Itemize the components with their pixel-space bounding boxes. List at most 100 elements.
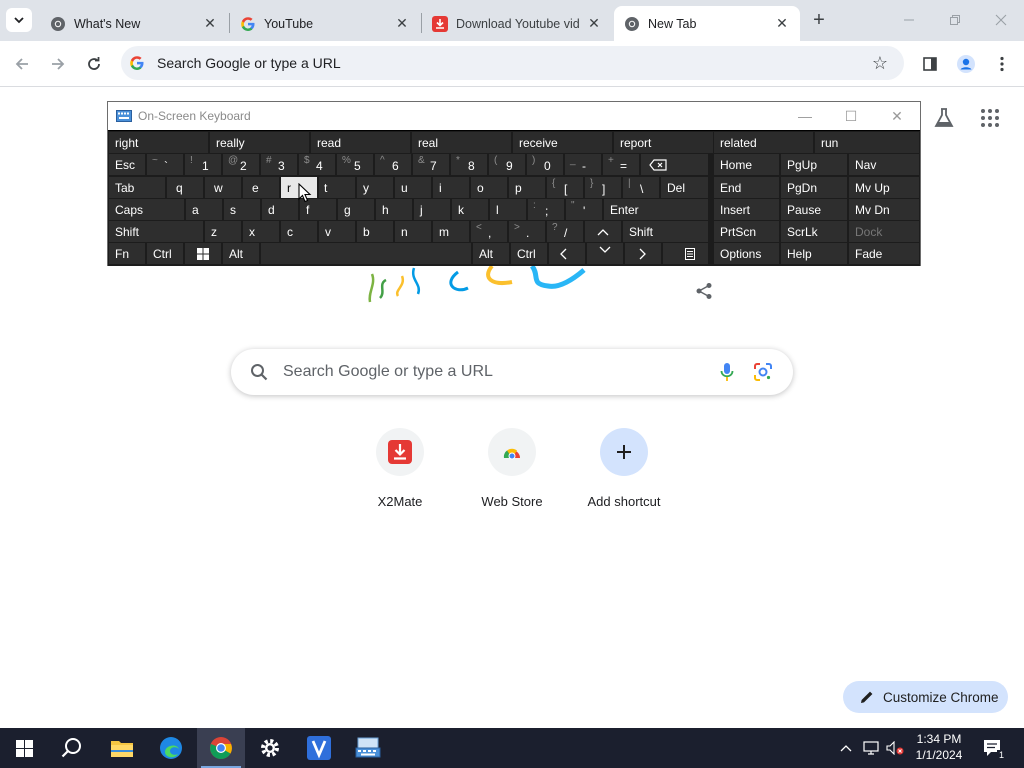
osk-key[interactable]: s bbox=[224, 199, 260, 220]
osk-key[interactable]: a bbox=[186, 199, 222, 220]
osk-key-del[interactable]: Del bbox=[661, 177, 708, 198]
osk-key[interactable]: o bbox=[471, 177, 507, 198]
forward-button[interactable] bbox=[45, 51, 71, 77]
osk-key-options[interactable]: Options bbox=[714, 243, 779, 264]
osk-key[interactable]: g bbox=[338, 199, 374, 220]
osk-key[interactable]: i bbox=[433, 177, 469, 198]
shortcut-web-store[interactable]: Web Store bbox=[456, 426, 568, 522]
osk-key-alt-left[interactable]: Alt bbox=[223, 243, 259, 264]
osk-maximize-button[interactable]: ☐ bbox=[828, 102, 874, 130]
osk-key[interactable]: v bbox=[319, 221, 355, 242]
tab-download-youtube[interactable]: Download Youtube vid ✕ bbox=[422, 6, 612, 41]
osk-key[interactable]: n bbox=[395, 221, 431, 242]
close-icon[interactable]: ✕ bbox=[202, 15, 218, 32]
osk-key[interactable]: d bbox=[262, 199, 298, 220]
tray-overflow-button[interactable] bbox=[836, 728, 856, 768]
osk-key-mv-dn[interactable]: Mv Dn bbox=[849, 199, 919, 220]
address-bar[interactable]: Search Google or type a URL ☆ bbox=[121, 46, 904, 80]
osk-key[interactable]: @2 bbox=[223, 154, 259, 175]
osk-key-shift-right[interactable]: Shift bbox=[623, 221, 708, 242]
tab-search-button[interactable] bbox=[6, 8, 32, 32]
notification-center-button[interactable]: 1 bbox=[980, 728, 1006, 768]
osk-key-fade[interactable]: Fade bbox=[849, 243, 919, 264]
osk-key[interactable]: + = bbox=[603, 154, 639, 175]
osk-key[interactable]: m bbox=[433, 221, 469, 242]
taskbar-edge[interactable] bbox=[147, 728, 195, 768]
osk-prediction[interactable]: read bbox=[311, 132, 410, 153]
shortcut-x2mate[interactable]: X2Mate bbox=[344, 426, 456, 522]
osk-minimize-button[interactable]: — bbox=[782, 102, 828, 130]
osk-key[interactable]: :; bbox=[528, 199, 564, 220]
profile-button[interactable] bbox=[953, 51, 979, 77]
new-tab-button[interactable]: + bbox=[808, 9, 830, 31]
google-lens-icon[interactable] bbox=[751, 360, 775, 384]
osk-key-pgup[interactable]: PgUp bbox=[781, 154, 847, 175]
google-apps-icon[interactable] bbox=[978, 106, 1002, 130]
shortcut-add[interactable]: Add shortcut bbox=[568, 426, 680, 522]
osk-prediction[interactable]: real bbox=[412, 132, 511, 153]
taskbar-search-button[interactable] bbox=[48, 728, 96, 768]
taskbar-chrome[interactable] bbox=[197, 728, 245, 768]
osk-key-help[interactable]: Help bbox=[781, 243, 847, 264]
microphone-icon[interactable] bbox=[715, 360, 739, 384]
osk-key[interactable]: y bbox=[357, 177, 393, 198]
taskbar-file-explorer[interactable] bbox=[98, 728, 146, 768]
osk-key-dock[interactable]: Dock bbox=[849, 221, 919, 242]
osk-key-backspace[interactable] bbox=[641, 154, 708, 175]
reload-button[interactable] bbox=[81, 51, 107, 77]
osk-key-tab[interactable]: Tab bbox=[109, 177, 165, 198]
osk-key[interactable]: | \ bbox=[623, 177, 659, 198]
osk-key[interactable]: * 8 bbox=[451, 154, 487, 175]
osk-key[interactable]: (9 bbox=[489, 154, 525, 175]
osk-prediction[interactable]: run bbox=[815, 132, 919, 153]
osk-key-fn[interactable]: Fn bbox=[109, 243, 145, 264]
taskbar-clock[interactable]: 1:34 PM 1/1/2024 bbox=[905, 731, 973, 765]
osk-prediction[interactable]: receive bbox=[513, 132, 612, 153]
osk-key-arrow-left[interactable] bbox=[549, 243, 585, 264]
osk-key[interactable]: t bbox=[319, 177, 355, 198]
taskbar-osk-app[interactable] bbox=[344, 728, 392, 768]
minimize-button[interactable] bbox=[896, 7, 922, 33]
osk-prediction[interactable]: related bbox=[714, 132, 813, 153]
osk-key[interactable]: & 7 bbox=[413, 154, 449, 175]
osk-key[interactable]: <, bbox=[471, 221, 507, 242]
osk-key[interactable]: e bbox=[243, 177, 279, 198]
osk-prediction[interactable]: report bbox=[614, 132, 713, 153]
osk-key-end[interactable]: End bbox=[714, 177, 779, 198]
osk-key[interactable]: z bbox=[205, 221, 241, 242]
tab-new-tab[interactable]: New Tab ✕ bbox=[614, 6, 800, 41]
osk-key-prtscn[interactable]: PrtScn bbox=[714, 221, 779, 242]
osk-key-space[interactable] bbox=[261, 243, 471, 264]
osk-key-insert[interactable]: Insert bbox=[714, 199, 779, 220]
osk-close-button[interactable]: ✕ bbox=[874, 102, 920, 130]
tab-youtube[interactable]: YouTube ✕ bbox=[230, 6, 420, 41]
close-icon[interactable]: ✕ bbox=[394, 15, 410, 32]
osk-key-alt-right[interactable]: Alt bbox=[473, 243, 509, 264]
share-icon[interactable] bbox=[695, 282, 713, 300]
osk-key[interactable]: " ' bbox=[566, 199, 602, 220]
osk-key[interactable]: x bbox=[243, 221, 279, 242]
osk-key-arrow-up[interactable] bbox=[585, 221, 621, 242]
osk-key[interactable]: % 5 bbox=[337, 154, 373, 175]
tray-volume[interactable] bbox=[884, 728, 906, 768]
osk-key-enter[interactable]: Enter bbox=[604, 199, 708, 220]
osk-key-menu[interactable] bbox=[663, 243, 708, 264]
taskbar-settings[interactable] bbox=[246, 728, 294, 768]
osk-key[interactable]: }] bbox=[585, 177, 621, 198]
osk-prediction[interactable]: really bbox=[210, 132, 309, 153]
osk-key[interactable]: ~ ` bbox=[147, 154, 183, 175]
labs-flask-icon[interactable] bbox=[932, 106, 956, 130]
osk-key[interactable]: >. bbox=[509, 221, 545, 242]
osk-key[interactable]: w bbox=[205, 177, 241, 198]
osk-key-arrow-down[interactable] bbox=[587, 243, 623, 264]
osk-key[interactable]: k bbox=[452, 199, 488, 220]
side-panel-button[interactable] bbox=[917, 51, 943, 77]
osk-key-mv-up[interactable]: Mv Up bbox=[849, 177, 919, 198]
osk-key-home[interactable]: Home bbox=[714, 154, 779, 175]
osk-key[interactable]: ? / bbox=[547, 221, 583, 242]
osk-key-arrow-right[interactable] bbox=[625, 243, 661, 264]
osk-key-caps[interactable]: Caps bbox=[109, 199, 184, 220]
osk-key[interactable]: b bbox=[357, 221, 393, 242]
osk-key[interactable]: h bbox=[376, 199, 412, 220]
osk-key[interactable]: $4 bbox=[299, 154, 335, 175]
